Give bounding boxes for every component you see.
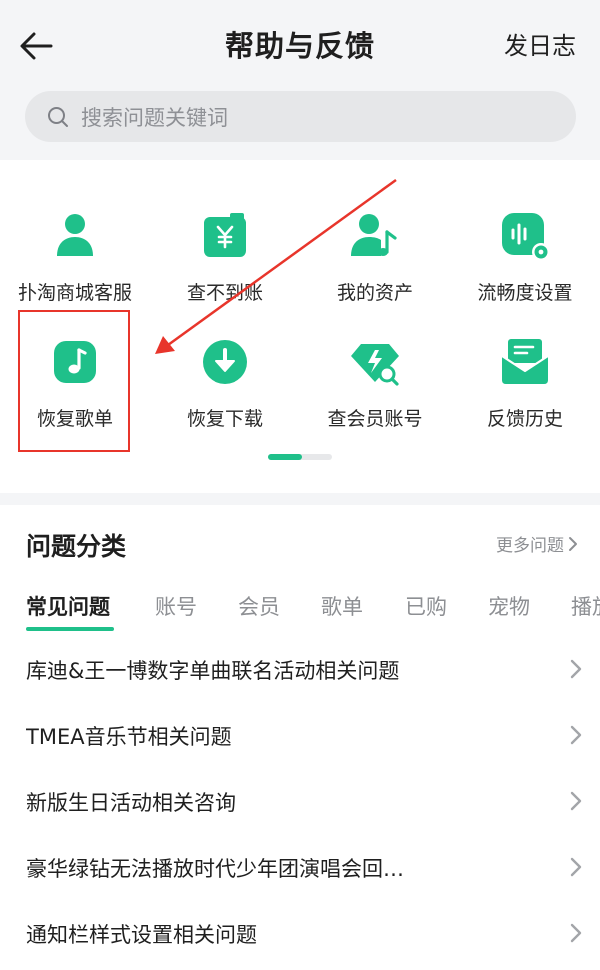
- chevron-right-icon: [570, 923, 582, 943]
- send-log-button[interactable]: 发日志: [504, 26, 576, 66]
- question-text: 豪华绿钻无法播放时代少年团演唱会回…: [26, 857, 404, 881]
- shortcut-my-assets[interactable]: 我的资产: [300, 210, 450, 322]
- shortcut-label: 恢复歌单: [36, 408, 113, 430]
- shortcut-label: 查不到账: [186, 282, 263, 304]
- shortcut-label: 恢复下载: [186, 408, 263, 430]
- user-music-icon: [351, 214, 397, 256]
- shortcut-restore-download[interactable]: 恢复下载: [150, 336, 300, 448]
- shortcut-label: 扑淘商城客服: [17, 282, 132, 304]
- shortcut-label: 流畅度设置: [477, 282, 573, 304]
- question-item[interactable]: 豪华绿钻无法播放时代少年团演唱会回…: [26, 845, 582, 889]
- section-title: 问题分类: [26, 532, 127, 561]
- question-text: 新版生日活动相关咨询: [26, 791, 236, 815]
- shortcut-label: 反馈历史: [486, 408, 563, 430]
- active-tab-underline: [26, 627, 114, 631]
- page-indicator: [268, 454, 332, 460]
- shortcut-smoothness-settings[interactable]: 流畅度设置: [450, 210, 600, 322]
- tab-membership[interactable]: 会员: [238, 591, 280, 621]
- chevron-right-icon: [570, 725, 582, 745]
- question-categories: 问题分类 更多问题 常见问题 账号 会员 歌单 已购 宠物 播放 库迪&王一博数…: [0, 505, 600, 970]
- question-text: TMEA音乐节相关问题: [26, 725, 232, 749]
- shortcut-mall-service[interactable]: 扑淘商城客服: [0, 210, 150, 322]
- question-item[interactable]: 库迪&王一博数字单曲联名活动相关问题: [26, 647, 582, 691]
- tab-playback[interactable]: 播放: [571, 591, 600, 621]
- search-placeholder: 搜索问题关键词: [81, 105, 228, 130]
- chevron-right-icon: [570, 659, 582, 679]
- tab-common[interactable]: 常见问题: [26, 591, 110, 621]
- mail-icon: [501, 339, 549, 384]
- shortcut-feedback-history[interactable]: 反馈历史: [450, 336, 600, 448]
- shortcut-missing-payment[interactable]: 查不到账: [150, 210, 300, 322]
- top-bar: 帮助与反馈 发日志: [0, 0, 600, 90]
- shortcut-label: 我的资产: [336, 282, 413, 304]
- help-feedback-page: 帮助与反馈 发日志 搜索问题关键词 扑淘商城客服 查不到账 我的资产 流畅度设置…: [0, 0, 600, 970]
- question-item[interactable]: TMEA音乐节相关问题: [26, 713, 582, 757]
- tab-account[interactable]: 账号: [155, 591, 197, 621]
- music-note-icon: [54, 341, 96, 383]
- shortcut-check-vip-account[interactable]: 查会员账号: [300, 336, 450, 448]
- category-tabs: 常见问题 账号 会员 歌单 已购 宠物 播放: [26, 591, 600, 631]
- chevron-right-icon: [570, 857, 582, 877]
- shortcut-grid: 扑淘商城客服 查不到账 我的资产 流畅度设置 恢复歌单 恢复下载 查会员账号 反…: [0, 160, 600, 493]
- diamond-search-icon: [351, 344, 399, 386]
- question-text: 通知栏样式设置相关问题: [26, 923, 257, 947]
- more-questions-link[interactable]: 更多问题: [496, 531, 578, 556]
- page-indicator-active: [268, 454, 302, 460]
- search-input[interactable]: 搜索问题关键词: [25, 91, 576, 142]
- tab-playlist[interactable]: 歌单: [321, 591, 363, 621]
- chevron-right-icon: [570, 791, 582, 811]
- more-questions-label: 更多问题: [496, 536, 564, 556]
- shortcut-label: 查会员账号: [327, 408, 423, 430]
- tab-purchased[interactable]: 已购: [405, 591, 447, 621]
- question-text: 库迪&王一博数字单曲联名活动相关问题: [26, 659, 400, 683]
- question-item[interactable]: 通知栏样式设置相关问题: [26, 911, 582, 955]
- search-icon: [48, 106, 68, 127]
- download-icon: [203, 340, 247, 384]
- shortcut-restore-playlist[interactable]: 恢复歌单: [0, 336, 150, 448]
- chevron-right-icon: [568, 536, 578, 552]
- question-item[interactable]: 新版生日活动相关咨询: [26, 779, 582, 823]
- user-service-icon: [57, 214, 93, 256]
- audio-settings-icon: [502, 213, 550, 261]
- tab-pets[interactable]: 宠物: [488, 591, 530, 621]
- wallet-yen-icon: [204, 213, 246, 257]
